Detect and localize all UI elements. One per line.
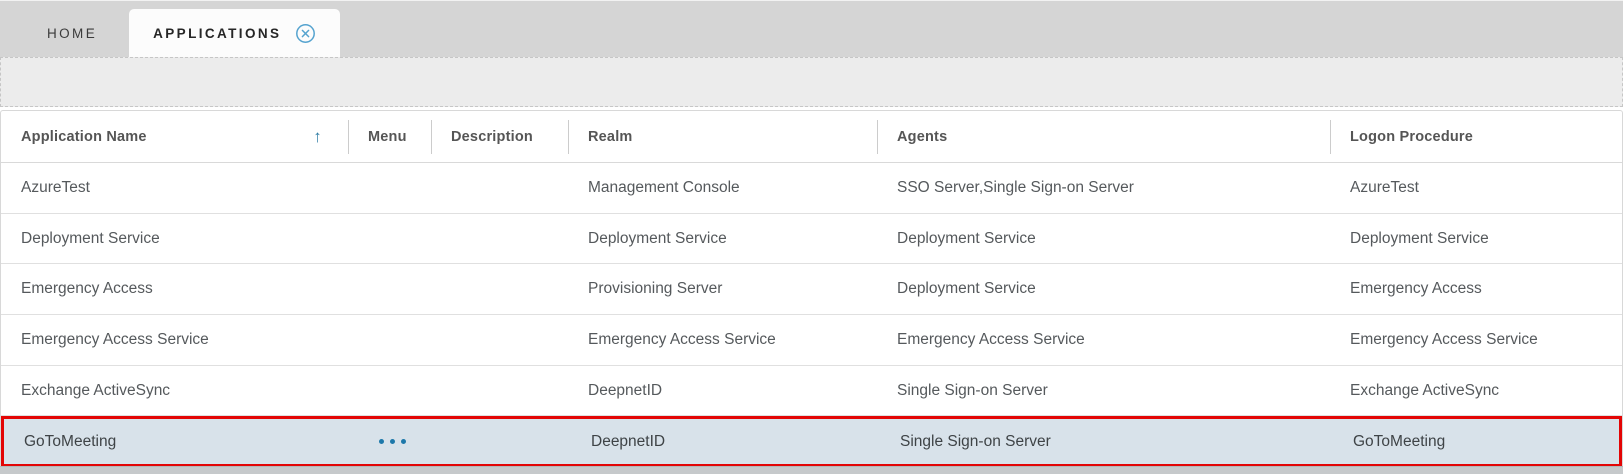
column-header-logon-procedure[interactable]: Logon Procedure xyxy=(1330,111,1622,162)
column-header-realm[interactable]: Realm xyxy=(568,111,877,162)
table-row[interactable]: Emergency Access Service Emergency Acces… xyxy=(1,315,1622,366)
column-header-application-name-label: Application Name xyxy=(21,129,147,145)
cell-logon-procedure: GoToMeeting xyxy=(1333,433,1619,451)
cell-realm: Deployment Service xyxy=(568,230,877,248)
tab-applications-label: APPLICATIONS xyxy=(153,26,281,41)
table-row[interactable]: Exchange ActiveSync DeepnetID Single Sig… xyxy=(1,366,1622,417)
column-header-menu[interactable]: Menu xyxy=(348,111,431,162)
app-window: HOME APPLICATIONS Application Name ↑ Men… xyxy=(0,0,1623,474)
cell-realm: Management Console xyxy=(568,179,877,197)
tab-home[interactable]: HOME xyxy=(35,9,109,57)
column-header-description-label: Description xyxy=(451,129,533,145)
column-header-logon-procedure-label: Logon Procedure xyxy=(1350,129,1473,145)
cell-application-name: GoToMeeting xyxy=(4,433,351,451)
column-header-menu-label: Menu xyxy=(368,129,407,145)
cell-agents: Deployment Service xyxy=(877,280,1330,298)
cell-logon-procedure: Emergency Access xyxy=(1330,280,1622,298)
cell-application-name: Exchange ActiveSync xyxy=(1,382,348,400)
cell-menu xyxy=(351,433,434,450)
cell-logon-procedure: AzureTest xyxy=(1330,179,1622,197)
tab-home-label: HOME xyxy=(47,26,97,41)
cell-realm: DeepnetID xyxy=(571,433,880,451)
column-header-description[interactable]: Description xyxy=(431,111,568,162)
horizontal-scrollbar-track[interactable] xyxy=(0,466,1623,474)
cell-agents: SSO Server,Single Sign-on Server xyxy=(877,179,1330,197)
cell-agents: Deployment Service xyxy=(877,230,1330,248)
cell-realm: Provisioning Server xyxy=(568,280,877,298)
cell-realm: Emergency Access Service xyxy=(568,331,877,349)
table-row-selected[interactable]: GoToMeeting DeepnetID Single Sign-on Ser… xyxy=(1,416,1622,467)
cell-application-name: AzureTest xyxy=(1,179,348,197)
cell-logon-procedure: Deployment Service xyxy=(1330,230,1622,248)
cell-logon-procedure: Exchange ActiveSync xyxy=(1330,382,1622,400)
cell-agents: Single Sign-on Server xyxy=(877,382,1330,400)
column-header-application-name[interactable]: Application Name ↑ xyxy=(1,111,348,162)
cell-realm: DeepnetID xyxy=(568,382,877,400)
table-row[interactable]: AzureTest Management Console SSO Server,… xyxy=(1,163,1622,214)
tab-bar: HOME APPLICATIONS xyxy=(0,0,1623,57)
column-header-realm-label: Realm xyxy=(588,129,633,145)
collapsed-toolbar-panel xyxy=(0,57,1623,107)
cell-application-name: Emergency Access Service xyxy=(1,331,348,349)
tab-applications[interactable]: APPLICATIONS xyxy=(129,9,340,57)
cell-logon-procedure: Emergency Access Service xyxy=(1330,331,1622,349)
cell-application-name: Emergency Access xyxy=(1,280,348,298)
tab-close-icon[interactable] xyxy=(295,23,316,44)
column-header-agents-label: Agents xyxy=(897,129,947,145)
row-actions-ellipsis-icon[interactable] xyxy=(375,433,410,450)
cell-agents: Emergency Access Service xyxy=(877,331,1330,349)
sort-ascending-icon: ↑ xyxy=(313,127,322,147)
table-row[interactable]: Emergency Access Provisioning Server Dep… xyxy=(1,264,1622,315)
cell-application-name: Deployment Service xyxy=(1,230,348,248)
applications-table: Application Name ↑ Menu Description Real… xyxy=(0,110,1623,466)
cell-agents: Single Sign-on Server xyxy=(880,433,1333,451)
table-header-row: Application Name ↑ Menu Description Real… xyxy=(1,111,1622,163)
table-row[interactable]: Deployment Service Deployment Service De… xyxy=(1,214,1622,265)
column-header-agents[interactable]: Agents xyxy=(877,111,1330,162)
